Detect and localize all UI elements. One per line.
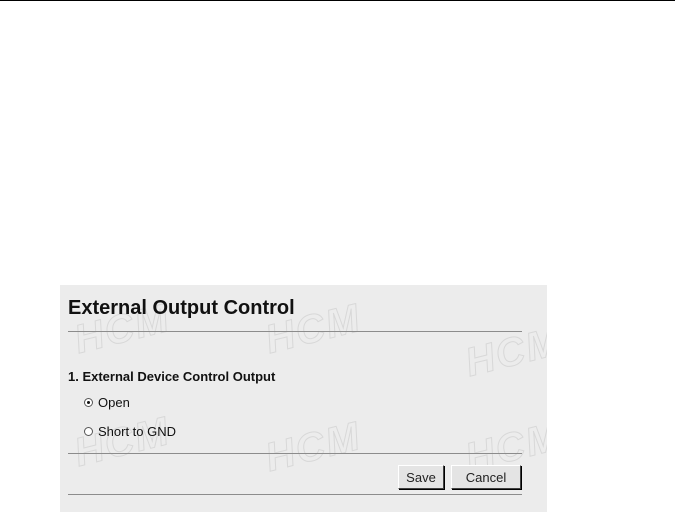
radio-unselected-icon[interactable]: [84, 427, 93, 436]
actions-divider-bottom: [68, 494, 522, 495]
page-title: External Output Control: [68, 297, 295, 319]
radio-option-short-to-gnd[interactable]: Short to GND: [84, 424, 176, 439]
cancel-button[interactable]: Cancel: [451, 465, 521, 489]
radio-selected-icon[interactable]: [84, 398, 93, 407]
radio-option-label: Short to GND: [98, 424, 177, 439]
external-output-control-panel: HCM HCM HCM HCM HCM HCM External Output …: [60, 285, 547, 512]
radio-option-label: Open: [98, 395, 130, 410]
radio-option-open[interactable]: Open: [84, 395, 130, 410]
save-button[interactable]: Save: [398, 465, 444, 489]
watermark-logo: HCM: [260, 413, 366, 481]
watermark-logo: HCM: [69, 408, 175, 476]
title-divider: [68, 331, 522, 332]
section-heading: 1. External Device Control Output: [68, 369, 276, 384]
actions-divider-top: [68, 453, 522, 454]
top-divider: [0, 0, 675, 1]
watermark-logo: HCM: [460, 318, 547, 386]
